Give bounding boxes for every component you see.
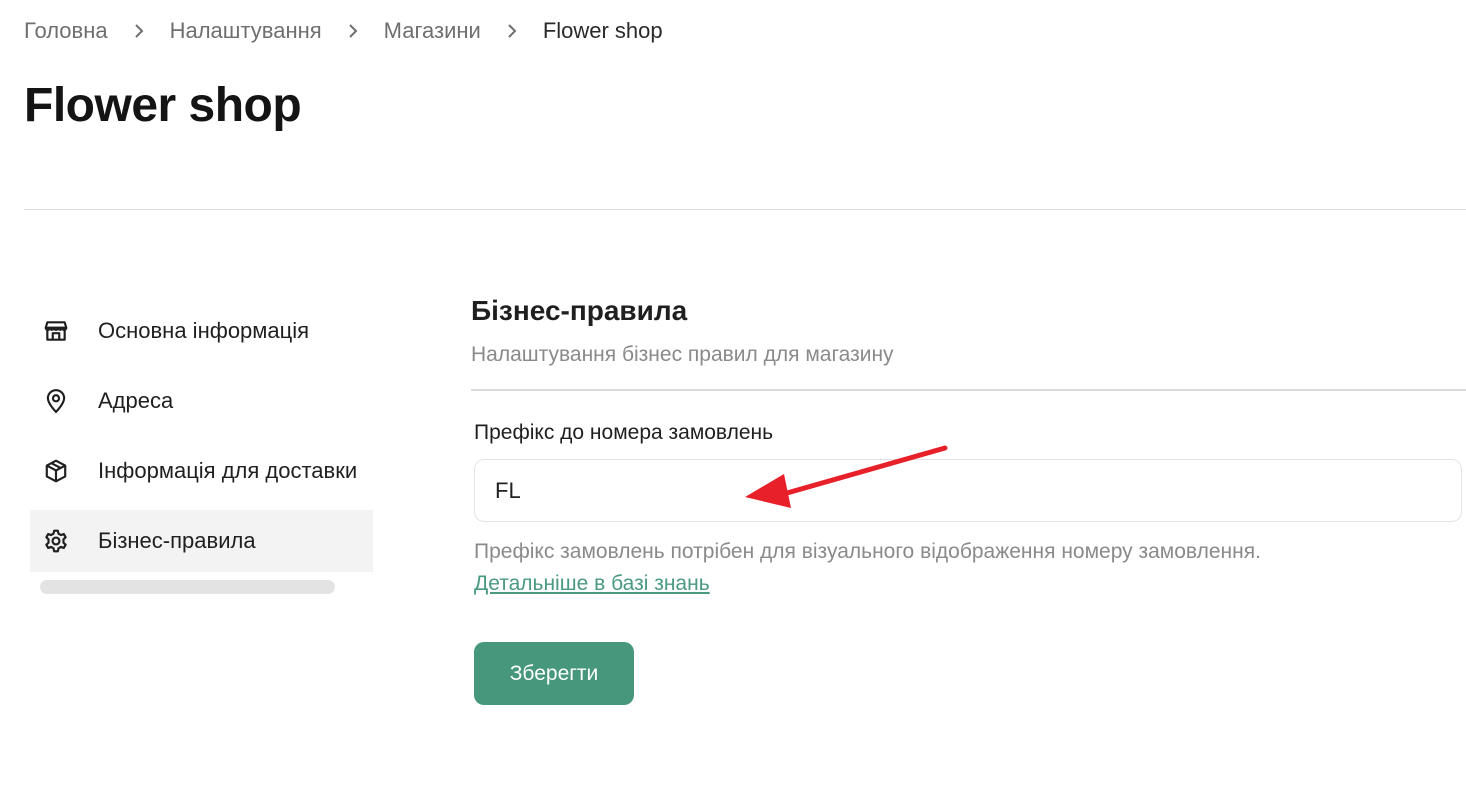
settings-sidebar: Основна інформація Адреса Інформація для… xyxy=(30,300,373,594)
breadcrumb-current: Flower shop xyxy=(542,18,663,43)
store-icon xyxy=(42,317,70,345)
sidebar-item-delivery[interactable]: Інформація для доставки xyxy=(30,440,373,502)
sidebar-item-address[interactable]: Адреса xyxy=(30,370,373,432)
sidebar-item-label: Інформація для доставки xyxy=(98,458,358,483)
chevron-right-icon xyxy=(108,16,170,46)
save-button[interactable]: Зберегти xyxy=(474,642,634,705)
order-prefix-label: Префікс до номера замовлень xyxy=(474,421,774,444)
map-pin-icon xyxy=(42,387,70,415)
knowledge-base-link[interactable]: Детальніше в базі знань xyxy=(474,572,710,596)
sidebar-item-label: Бізнес-правила xyxy=(98,528,256,553)
page: Головна Налаштування Магазини Flower sho… xyxy=(0,0,1466,789)
header-divider xyxy=(24,209,1466,210)
business-rules-panel: Бізнес-правила Налаштування бізнес прави… xyxy=(471,295,1466,705)
breadcrumb-shops[interactable]: Магазини xyxy=(384,18,481,44)
order-prefix-helper: Префікс замовлень потрібен для візуально… xyxy=(474,540,1261,563)
order-prefix-input[interactable] xyxy=(474,459,1462,522)
section-subtitle: Налаштування бізнес правил для магазину xyxy=(471,343,894,366)
gear-icon xyxy=(42,527,70,555)
package-icon xyxy=(42,457,70,485)
breadcrumb-home[interactable]: Головна xyxy=(24,18,108,44)
annotation-arrow-icon xyxy=(745,445,948,508)
section-title: Бізнес-правила xyxy=(471,295,688,326)
page-title: Flower shop xyxy=(24,79,302,132)
chevron-right-icon xyxy=(481,16,543,46)
section-divider xyxy=(471,389,1466,391)
sidebar-scrollbar[interactable] xyxy=(40,580,335,594)
breadcrumb-settings[interactable]: Налаштування xyxy=(170,18,322,44)
sidebar-item-business-rules[interactable]: Бізнес-правила xyxy=(30,510,373,572)
sidebar-item-label: Основна інформація xyxy=(98,318,310,343)
sidebar-item-label: Адреса xyxy=(98,388,174,413)
breadcrumb: Головна Налаштування Магазини Flower sho… xyxy=(24,16,663,46)
chevron-right-icon xyxy=(322,16,384,46)
sidebar-item-main-info[interactable]: Основна інформація xyxy=(30,300,373,362)
